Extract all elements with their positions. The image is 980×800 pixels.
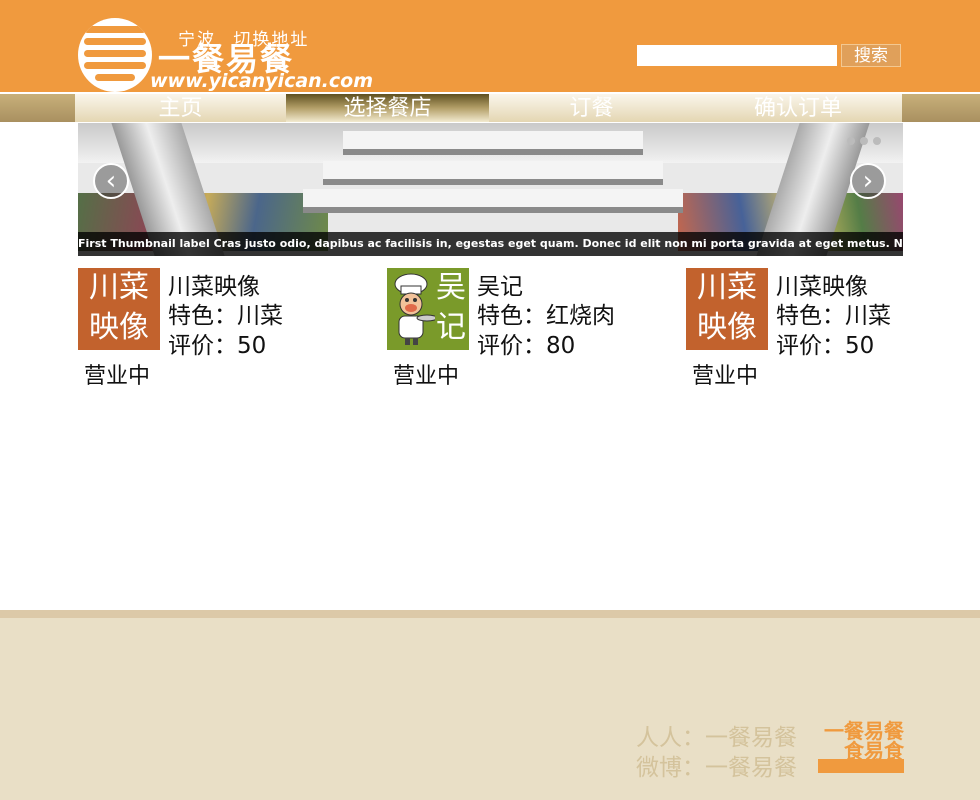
carousel-indicators <box>847 137 881 145</box>
thumb-line1: 川菜 <box>697 270 757 305</box>
restaurant-thumbnail[interactable]: 川菜 映像 <box>78 268 160 350</box>
footer-renren-link[interactable]: 人人：一餐易餐 <box>636 718 797 752</box>
restaurant-thumbnail[interactable]: 吴 记 <box>387 268 469 350</box>
restaurant-rating: 评价：80 <box>477 333 576 359</box>
restaurant-card[interactable]: 川菜 映像 川菜映像 特色：川菜 评价：50 营业中 <box>78 268 308 389</box>
nav-item-order[interactable]: 订餐 <box>489 94 694 122</box>
carousel-caption: First Thumbnail label Cras justo odio, d… <box>78 232 903 256</box>
footer-logo-text: 一餐易餐 食易食 <box>824 719 904 763</box>
chef-mascot-icon <box>394 273 435 345</box>
thumb-line2: 映像 <box>89 310 149 345</box>
carousel-tier <box>343 131 643 155</box>
carousel-tier <box>303 189 683 213</box>
restaurant-rating: 评价：50 <box>776 333 875 359</box>
nav-item-home[interactable]: 主页 <box>75 94 286 122</box>
header: 宁波 切换地址 一餐易餐 www.yicanyican.com 搜索 <box>0 0 980 92</box>
restaurant-thumbnail[interactable]: 川菜 映像 <box>686 268 768 350</box>
search-input[interactable] <box>637 45 837 66</box>
image-carousel[interactable]: ‹ › First Thumbnail label Cras justo odi… <box>78 123 903 256</box>
footer-logo-bar <box>818 759 904 773</box>
thumb-line2: 映像 <box>697 310 757 345</box>
logo-url: www.yicanyican.com <box>150 70 374 92</box>
carousel-dot[interactable] <box>873 137 881 145</box>
logo-emblem-icon[interactable] <box>78 18 152 92</box>
thumb-line2: 记 <box>436 310 466 345</box>
footer-divider <box>0 610 980 618</box>
nav-item-confirm-order[interactable]: 确认订单 <box>694 94 902 122</box>
restaurant-card[interactable]: 吴 记 吴记 特色：红烧肉 评价：80 营业中 <box>387 268 617 389</box>
restaurant-status: 营业中 <box>84 364 151 389</box>
restaurant-card[interactable]: 川菜 映像 川菜映像 特色：川菜 评价：50 营业中 <box>686 268 916 389</box>
restaurant-specialty: 特色：川菜 <box>776 303 891 329</box>
main-nav: 主页 选择餐店 订餐 确认订单 <box>75 94 902 122</box>
restaurant-specialty: 特色：川菜 <box>168 303 283 329</box>
thumb-line1: 川菜 <box>89 270 149 305</box>
restaurant-status: 营业中 <box>393 364 460 389</box>
carousel-dot[interactable] <box>860 137 868 145</box>
footer-logo: 一餐易餐 食易食 <box>818 721 904 773</box>
search-button[interactable]: 搜索 <box>841 44 901 67</box>
restaurant-status: 营业中 <box>692 364 759 389</box>
carousel-dot[interactable] <box>847 137 855 145</box>
carousel-tier <box>323 161 663 185</box>
nav-item-select-restaurant[interactable]: 选择餐店 <box>286 94 489 122</box>
footer-weibo-link[interactable]: 微博：一餐易餐 <box>636 748 797 782</box>
restaurant-specialty: 特色：红烧肉 <box>477 303 615 329</box>
restaurant-rating: 评价：50 <box>168 333 267 359</box>
carousel-next-icon[interactable]: › <box>850 163 886 199</box>
carousel-prev-icon[interactable]: ‹ <box>93 163 129 199</box>
thumb-line1: 吴 <box>436 270 466 305</box>
